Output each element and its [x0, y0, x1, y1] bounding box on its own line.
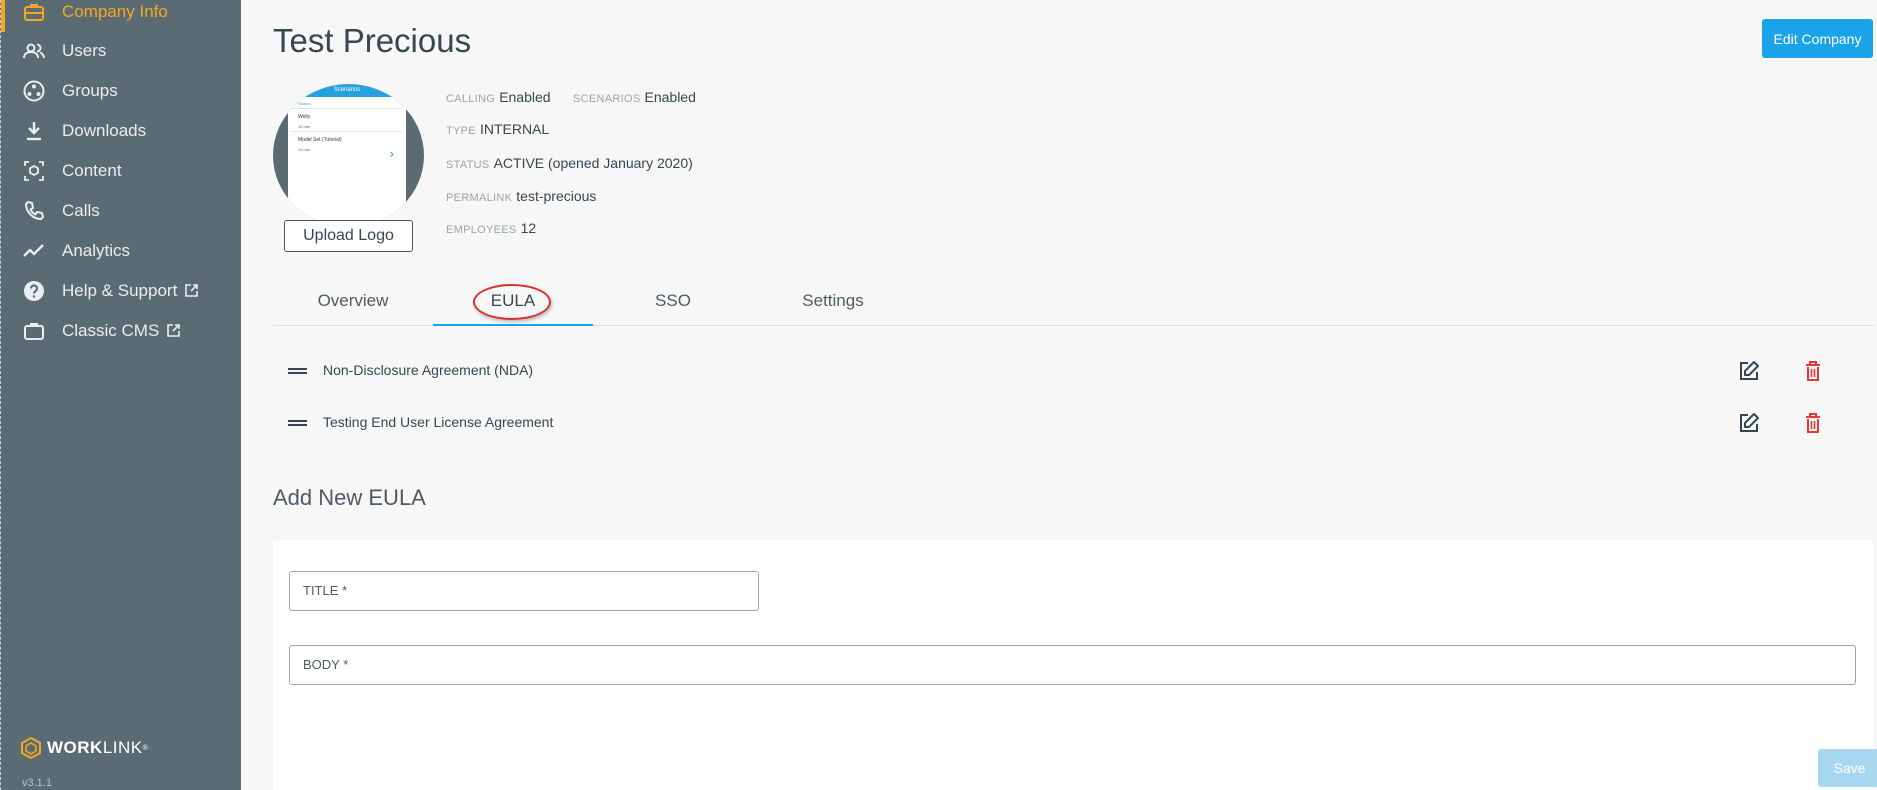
sidebar-item-help-support[interactable]: Help & Support [1, 271, 242, 311]
eula-title-field[interactable]: TITLE * [289, 571, 759, 611]
sidebar-item-calls[interactable]: Calls [1, 191, 242, 231]
eula-title: Testing End User License Agreement [323, 414, 554, 430]
sidebar-item-classic-cms[interactable]: Classic CMS [1, 311, 242, 351]
brand-registered-mark: ® [142, 744, 149, 752]
logo-preview-item-meta: 12 min [298, 147, 311, 152]
tab-eula-label: EULA [490, 291, 536, 310]
logo-preview-search: Search [298, 101, 311, 106]
logo-preview-image: Scenarios Search Welly 12 min Model Set … [288, 84, 406, 227]
eula-body-field[interactable]: BODY * [289, 645, 1856, 685]
meta-employees: EMPLOYEES 12 [446, 220, 537, 236]
edit-icon[interactable] [1736, 410, 1762, 436]
sidebar-item-company-info[interactable]: Company Info [1, 0, 242, 32]
sidebar-item-label: Calls [62, 201, 100, 220]
tab-settings[interactable]: Settings [753, 280, 913, 326]
analytics-icon [22, 239, 46, 263]
sidebar-item-label: Content [62, 161, 122, 180]
eula-list-item: Non-Disclosure Agreement (NDA) [281, 348, 1877, 392]
sidebar-item-analytics[interactable]: Analytics [1, 231, 242, 271]
brand-name-light: LINK [102, 738, 143, 757]
content-icon [22, 159, 46, 183]
sidebar-item-label: Analytics [62, 241, 131, 260]
save-button[interactable]: Save [1818, 749, 1877, 787]
drag-handle-icon[interactable] [288, 368, 307, 374]
eula-body-input[interactable] [290, 646, 1855, 684]
sidebar-item-content[interactable]: Content [1, 151, 242, 191]
help-icon [22, 279, 46, 303]
drag-handle-icon[interactable] [288, 420, 307, 426]
delete-icon[interactable] [1800, 358, 1826, 384]
phone-icon [22, 199, 46, 223]
sidebar-item-label: Classic CMS [62, 321, 160, 340]
sidebar-item-groups[interactable]: Groups [1, 71, 242, 111]
eula-title: Non-Disclosure Agreement (NDA) [323, 362, 534, 378]
logo-preview-header: Scenarios [288, 84, 406, 97]
meta-calling: CALLING Enabled [446, 89, 551, 105]
briefcase-icon [22, 319, 46, 343]
meta-type: TYPE INTERNAL [446, 121, 550, 137]
tab-overview[interactable]: Overview [273, 280, 433, 326]
meta-scenarios: SCENARIOS Enabled [573, 89, 696, 105]
logo-preview-item-meta: 12 min [298, 124, 311, 129]
sidebar-item-label: Groups [62, 81, 118, 100]
sidebar: Company Info Users Groups Downloads Cont… [0, 0, 241, 790]
main-content: Test Precious Edit Company Scenarios Sea… [241, 0, 1877, 790]
groups-icon [22, 79, 46, 103]
brand-name-bold: WORK [47, 738, 103, 757]
company-logo: Scenarios Search Welly 12 min Model Set … [273, 84, 424, 227]
tab-sso[interactable]: SSO [593, 280, 753, 326]
logo-preview-item: Model Set (Tutorial) [298, 137, 342, 143]
external-link-icon [167, 324, 181, 337]
eula-list-item: Testing End User License Agreement [281, 400, 1877, 444]
delete-icon[interactable] [1800, 410, 1826, 436]
external-link-icon [185, 284, 199, 297]
sidebar-item-downloads[interactable]: Downloads [1, 111, 242, 151]
add-eula-form: TITLE * BODY * Save [273, 540, 1877, 790]
sidebar-item-label: Users [62, 41, 107, 60]
download-icon [22, 119, 46, 143]
upload-logo-button[interactable]: Upload Logo [284, 220, 413, 252]
edit-company-button[interactable]: Edit Company [1762, 19, 1873, 58]
sidebar-item-users[interactable]: Users [1, 31, 242, 71]
eula-title-input[interactable] [290, 572, 758, 610]
version-label: v3.1.1 [22, 777, 52, 789]
worklink-logo: WORK LINK ® [20, 737, 148, 759]
users-icon [22, 39, 46, 63]
sidebar-item-label: Company Info [62, 2, 168, 21]
briefcase-icon [22, 0, 46, 24]
page-title: Test Precious [273, 22, 472, 59]
edit-icon[interactable] [1736, 358, 1762, 384]
chevron-right-icon: › [389, 146, 394, 161]
logo-preview-item: Welly [298, 114, 311, 120]
meta-status: STATUS ACTIVE (opened January 2020) [446, 155, 693, 171]
meta-permalink: PERMALINK test-precious [446, 188, 597, 204]
sidebar-item-label: Help & Support [62, 281, 178, 300]
add-eula-heading: Add New EULA [273, 485, 426, 510]
tab-eula[interactable]: EULA [433, 280, 593, 326]
worklink-logo-icon [21, 737, 41, 759]
sidebar-item-label: Downloads [62, 121, 147, 140]
tab-bar: Overview EULA SSO Settings [273, 280, 1873, 326]
